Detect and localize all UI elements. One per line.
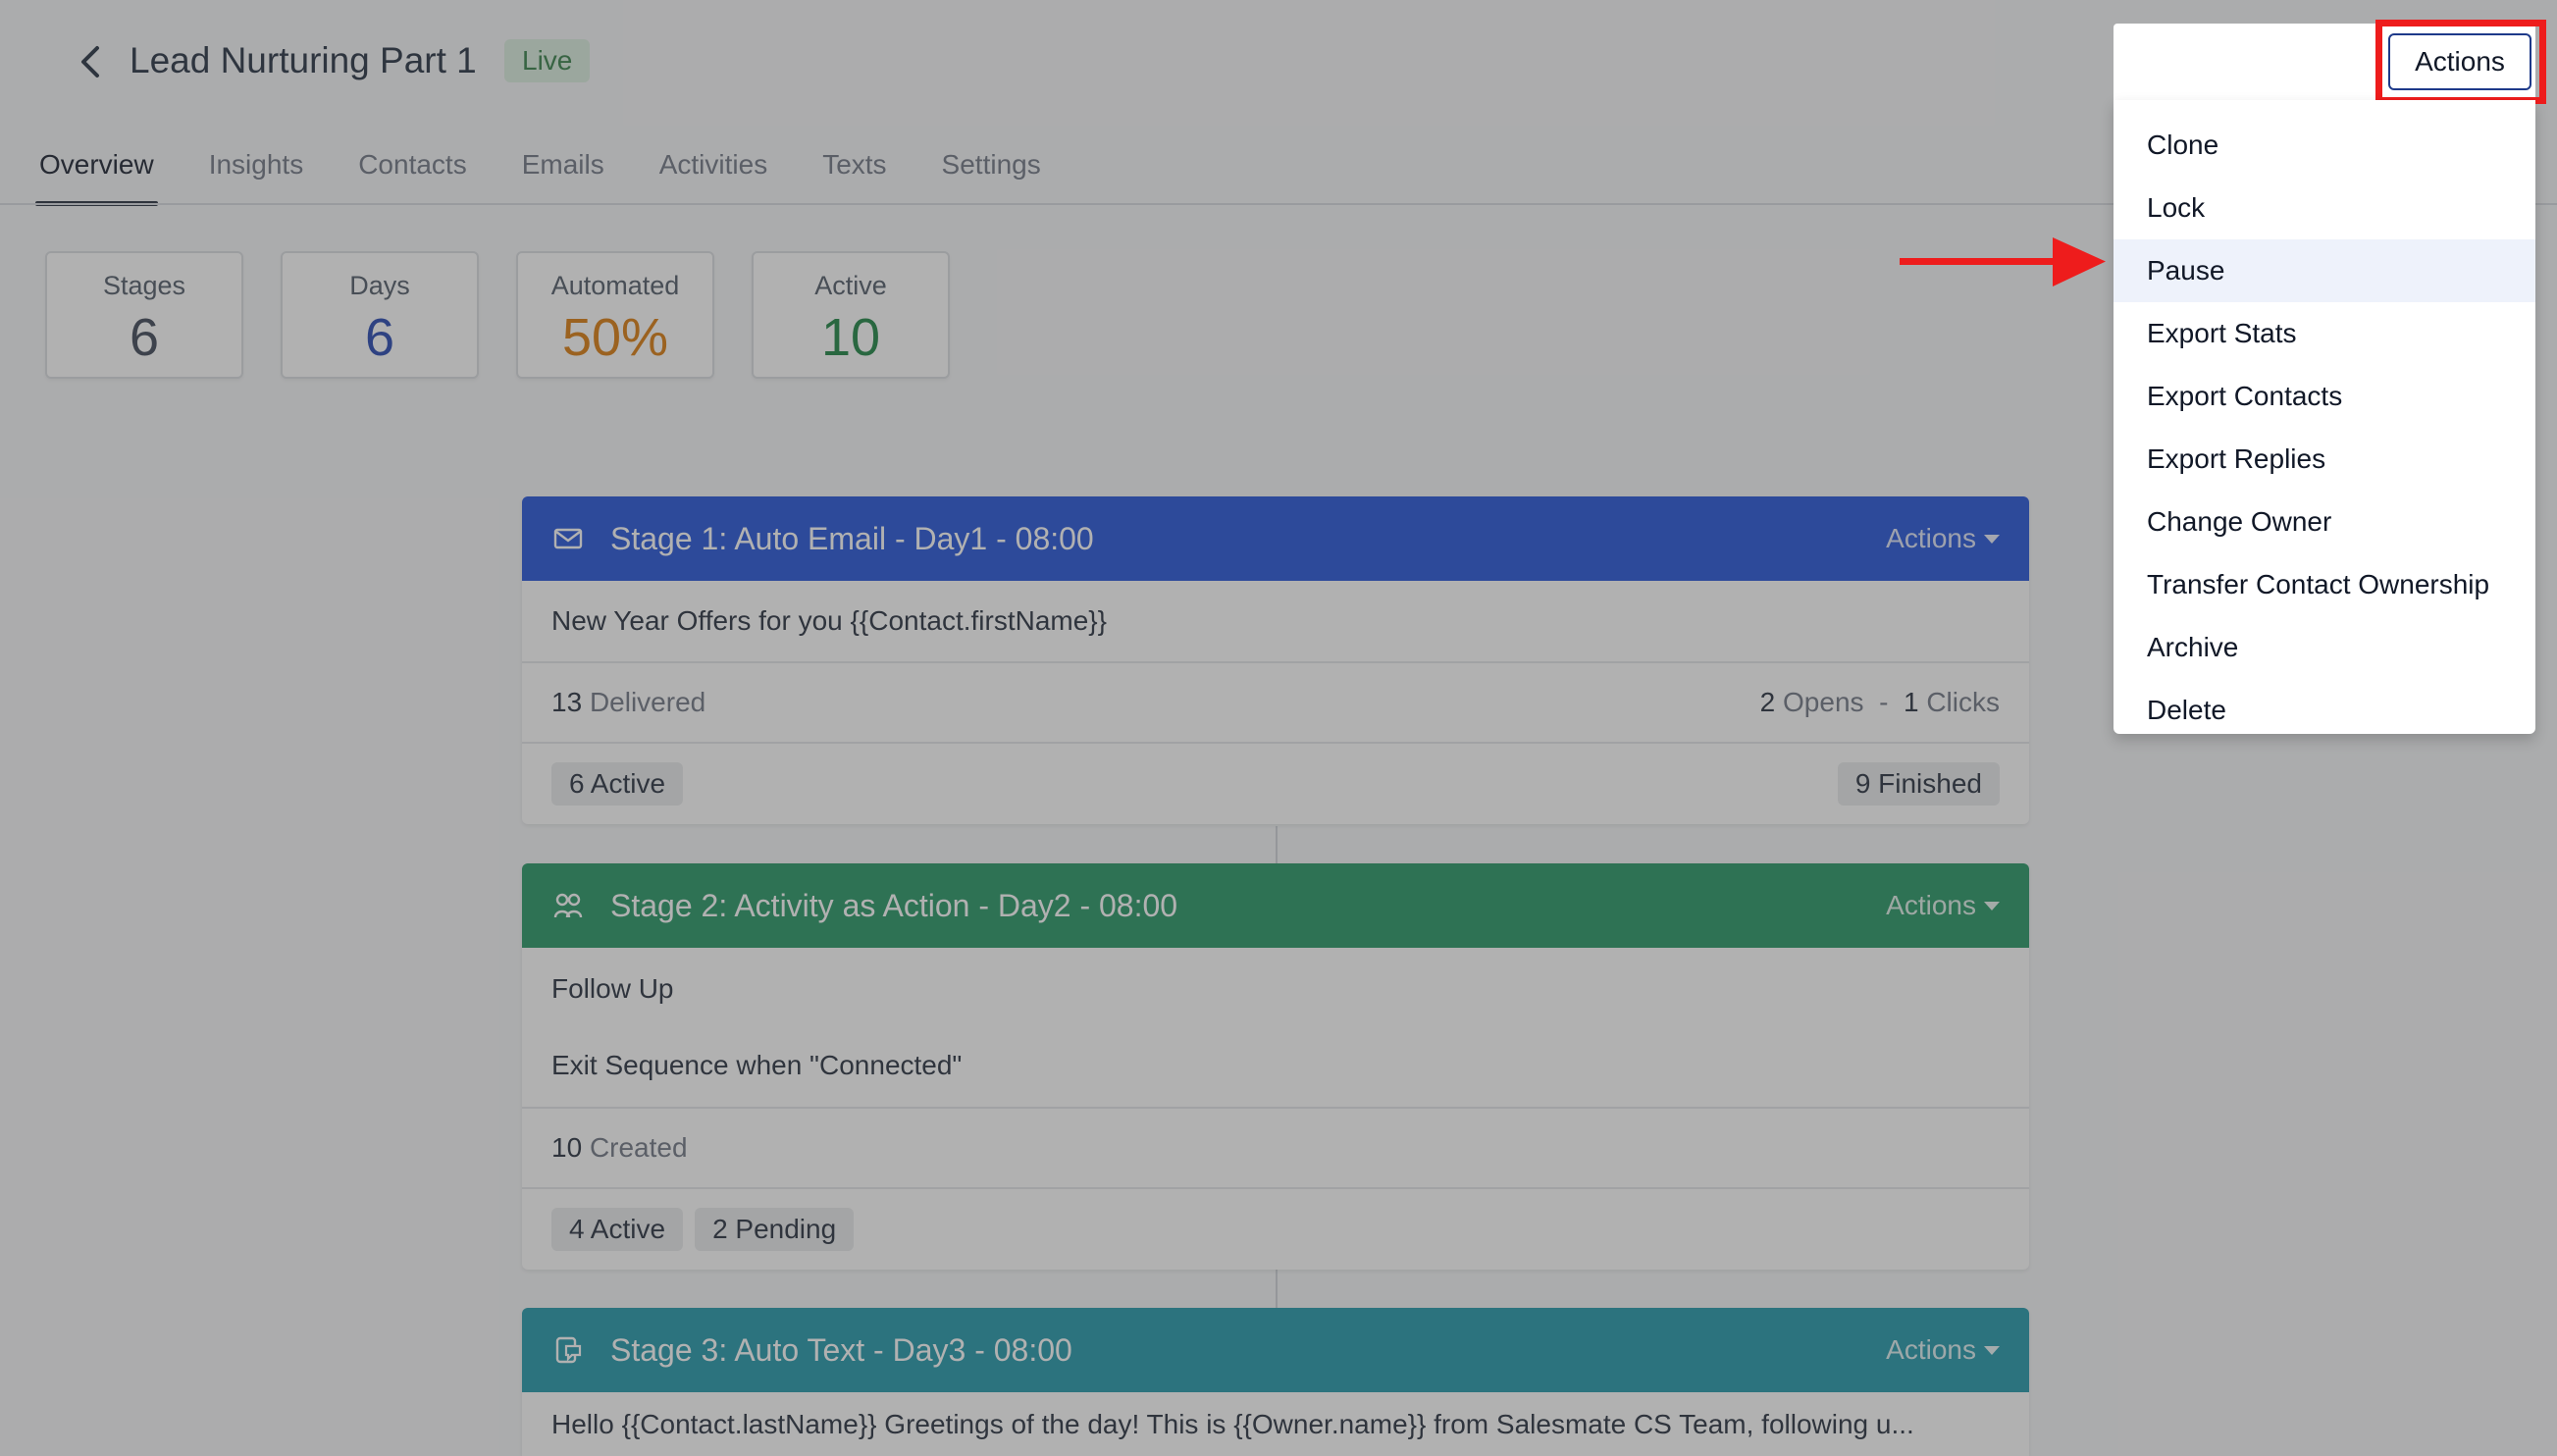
- menu-item-delete[interactable]: Delete: [2113, 679, 2535, 742]
- menu-item-export-stats[interactable]: Export Stats: [2113, 302, 2535, 365]
- menu-item-lock[interactable]: Lock: [2113, 177, 2535, 239]
- menu-item-clone[interactable]: Clone: [2113, 114, 2535, 177]
- highlight-annotation: [2375, 20, 2546, 104]
- menu-item-archive[interactable]: Archive: [2113, 616, 2535, 679]
- menu-item-export-replies[interactable]: Export Replies: [2113, 428, 2535, 491]
- menu-item-transfer-contact-ownership[interactable]: Transfer Contact Ownership: [2113, 553, 2535, 616]
- menu-item-export-contacts[interactable]: Export Contacts: [2113, 365, 2535, 428]
- menu-item-pause[interactable]: Pause: [2113, 239, 2535, 302]
- red-arrow-annotation: [1900, 237, 2106, 286]
- sequence-page: Lead Nurturing Part 1 Live Overview Insi…: [0, 0, 2557, 1456]
- menu-item-change-owner[interactable]: Change Owner: [2113, 491, 2535, 553]
- actions-menu: Clone Lock Pause Export Stats Export Con…: [2113, 100, 2535, 734]
